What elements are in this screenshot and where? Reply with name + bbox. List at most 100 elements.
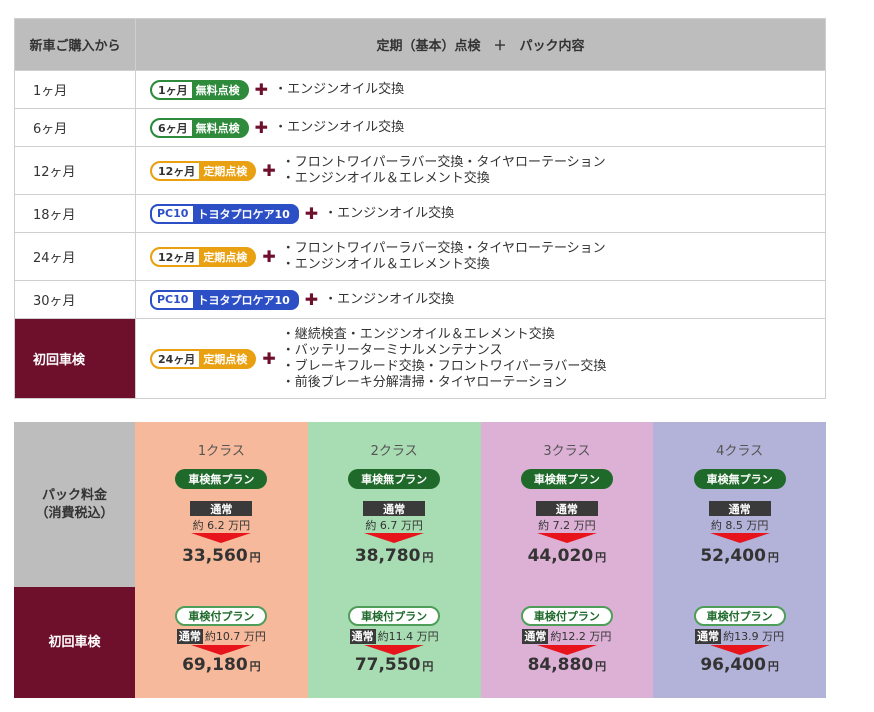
content-cell: 1ヶ月 無料点検 ✚ ・エンジンオイル交換 (135, 70, 826, 109)
first-inspection-price-value: 69,180 (182, 655, 248, 675)
pack-items: ・エンジンオイル交換 (274, 82, 404, 98)
normal-price-label: 通常 (176, 628, 203, 644)
pack-items: ・フロントワイパーラバー交換・タイヤローテーション ・エンジンオイル＆エレメント交… (282, 241, 606, 273)
class-name: 4クラス (716, 444, 764, 459)
first-inspection-price: 77,550 円 (308, 655, 481, 675)
plus-icon: ✚ (262, 246, 276, 266)
pack-items: ・フロントワイパーラバー交換・タイヤローテーション ・エンジンオイル＆エレメント交… (282, 155, 606, 187)
pack-item: ・バッテリーターミナルメンテナンス (281, 342, 503, 358)
badge-label: PC10 (152, 205, 194, 222)
pack-price-value: 52,400 (700, 546, 766, 566)
month-cell: 12ヶ月 (14, 146, 136, 195)
pack-item: ・継続検査・エンジンオイル＆エレメント交換 (281, 326, 555, 342)
normal-price-row: 通常 約11.4 万円 (308, 628, 481, 644)
pack-price: 44,020 円 (481, 546, 654, 566)
month-cell: 1ヶ月 (14, 70, 136, 109)
plan-no-inspection-badge: 車検無プラン (175, 469, 268, 489)
yen-unit: 円 (595, 660, 607, 673)
table-row: 1ヶ月 1ヶ月 無料点検 ✚ ・エンジンオイル交換 (14, 70, 826, 109)
yen-unit: 円 (767, 551, 779, 564)
tax-included-label: （消費税込） (35, 505, 114, 521)
plan-with-inspection-badge: 車検付プラン (175, 606, 268, 626)
header-month: 新車ご購入から (14, 18, 136, 71)
badge-label: PC10 (152, 291, 194, 308)
normal-price-approx: 約13.9 万円 (723, 630, 785, 643)
table-row: 24ヶ月 12ヶ月 定期点検 ✚ ・フロントワイパーラバー交換・タイヤローテーション ・エ… (14, 232, 826, 281)
price-grid: パック料金 （消費税込） 初回車検 1クラス 車検無プラン 通常約 6.2 万円 33… (14, 422, 826, 698)
plan-no-inspection-badge: 車検無プラン (520, 469, 613, 489)
down-arrow-icon (709, 533, 770, 543)
content-cell: 24ヶ月 定期点検 ✚ ・継続検査・エンジンオイル＆エレメント交換 ・バッテリーターミナ… (135, 318, 826, 399)
class-name: 1クラス (197, 444, 245, 459)
badge-text: トヨタプロケア10 (197, 207, 290, 221)
plan-no-inspection-badge: 車検無プラン (693, 469, 786, 489)
badge-label: 24ヶ月 (152, 350, 200, 367)
month-cell: 初回車検 (14, 318, 136, 399)
pack-price: 33,560 円 (135, 546, 308, 566)
plus-icon: ✚ (262, 348, 276, 368)
pack-price: 52,400 円 (653, 546, 826, 566)
normal-price-approx: 約 8.5 万円 (710, 519, 769, 532)
class-name: 2クラス (370, 444, 418, 459)
first-inspection-label: 初回車検 (14, 587, 135, 698)
normal-price-row: 通常 約10.7 万円 (135, 628, 308, 644)
pack-item: ・フロントワイパーラバー交換・タイヤローテーション (281, 154, 606, 170)
plus-icon: ✚ (254, 79, 269, 99)
yen-unit: 円 (767, 660, 779, 673)
pack-item: ・エンジンオイル交換 (324, 291, 455, 307)
normal-price-approx: 約 6.7 万円 (365, 519, 423, 532)
pack-item: ・エンジンオイル交換 (324, 205, 455, 221)
normal-price-label: 通常 (349, 628, 376, 644)
table-row: 初回車検 24ヶ月 定期点検 ✚ ・継続検査・エンジンオイル＆エレメント交換 ・バッテリー… (14, 318, 826, 399)
pack-item: ・エンジンオイル交換 (274, 81, 405, 97)
plan-with-inspection-badge: 車検付プラン (348, 606, 441, 626)
plan-no-inspection-badge: 車検無プラン (348, 469, 441, 489)
content-cell: PC10 トヨタプロケア10 ✚ ・エンジンオイル交換 (135, 280, 826, 319)
plus-icon: ✚ (304, 203, 319, 223)
normal-price-label: 通常 (522, 628, 549, 644)
procare-badge: PC10 トヨタプロケア10 (150, 289, 299, 310)
yen-unit: 円 (422, 660, 434, 673)
table-row: 18ヶ月 PC10 トヨタプロケア10 ✚ ・エンジンオイル交換 (14, 194, 826, 233)
table-row: 30ヶ月 PC10 トヨタプロケア10 ✚ ・エンジンオイル交換 (14, 280, 826, 319)
down-arrow-icon (364, 645, 425, 655)
pack-items: ・エンジンオイル交換 (324, 206, 454, 222)
content-cell: 12ヶ月 定期点検 ✚ ・フロントワイパーラバー交換・タイヤローテーション ・エンジンオ… (135, 146, 826, 195)
price-column: 3クラス 車検無プラン 通常約 7.2 万円 44,020 円車検付プラン 通常 約12.2… (480, 422, 654, 698)
content-cell: 12ヶ月 定期点検 ✚ ・フロントワイパーラバー交換・タイヤローテーション ・エンジンオ… (135, 232, 826, 281)
pack-items: ・継続検査・エンジンオイル＆エレメント交換 ・バッテリーターミナルメンテナンス ・ブ… (282, 327, 607, 391)
content-cell: PC10 トヨタプロケア10 ✚ ・エンジンオイル交換 (135, 194, 826, 233)
first-inspection-price-value: 84,880 (527, 655, 594, 675)
pack-item: ・エンジンオイル＆エレメント交換 (281, 256, 490, 272)
maintenance-schedule-table: 新車ご購入から 定期（基本）点検 ＋ パック内容 1ヶ月 1ヶ月 無料点検 ✚ ・エンジ… (14, 18, 826, 399)
price-column: 4クラス 車検無プラン 通常約 8.5 万円 52,400 円車検付プラン 通常 約13.9… (653, 422, 826, 698)
pack-item: ・エンジンオイル交換 (274, 119, 405, 135)
first-inspection-price: 84,880 円 (481, 655, 654, 675)
normal-price-label: 通常 (363, 501, 426, 516)
pack-price-label: パック料金 （消費税込） (14, 422, 135, 587)
price-column: 2クラス 車検無プラン 通常約 6.7 万円 38,780 円車検付プラン 通常 約11.4… (307, 422, 481, 698)
table-row: 12ヶ月 12ヶ月 定期点検 ✚ ・フロントワイパーラバー交換・タイヤローテーション ・エ… (14, 146, 826, 195)
badge-text: 無料点検 (195, 121, 240, 135)
pack-price-value: 44,020 (527, 546, 594, 566)
down-arrow-icon (191, 645, 252, 655)
yen-unit: 円 (249, 660, 261, 673)
inspection-badge: 12ヶ月 定期点検 (150, 160, 257, 181)
normal-price-approx: 約 6.2 万円 (192, 519, 251, 532)
pack-item: ・前後ブレーキ分解清掃・タイヤローテーション (281, 374, 568, 390)
yen-unit: 円 (249, 551, 261, 564)
normal-price-approx: 約12.2 万円 (550, 630, 612, 643)
pack-items: ・エンジンオイル交換 (324, 292, 454, 308)
inspection-badge: 24ヶ月 定期点検 (150, 348, 257, 369)
badge-label: 1ヶ月 (152, 81, 192, 98)
pack-price: 38,780 円 (308, 546, 481, 566)
down-arrow-icon (536, 645, 597, 655)
down-arrow-icon (364, 533, 425, 543)
pack-item: ・ブレーキフルード交換・フロントワイパーラバー交換 (281, 358, 607, 374)
badge-text: 定期点検 (203, 164, 248, 178)
procare-badge: PC10 トヨタプロケア10 (150, 203, 299, 224)
down-arrow-icon (191, 533, 252, 543)
content-cell: 6ヶ月 無料点検 ✚ ・エンジンオイル交換 (135, 108, 826, 147)
first-inspection-price: 69,180 円 (135, 655, 308, 675)
yen-unit: 円 (422, 551, 434, 564)
